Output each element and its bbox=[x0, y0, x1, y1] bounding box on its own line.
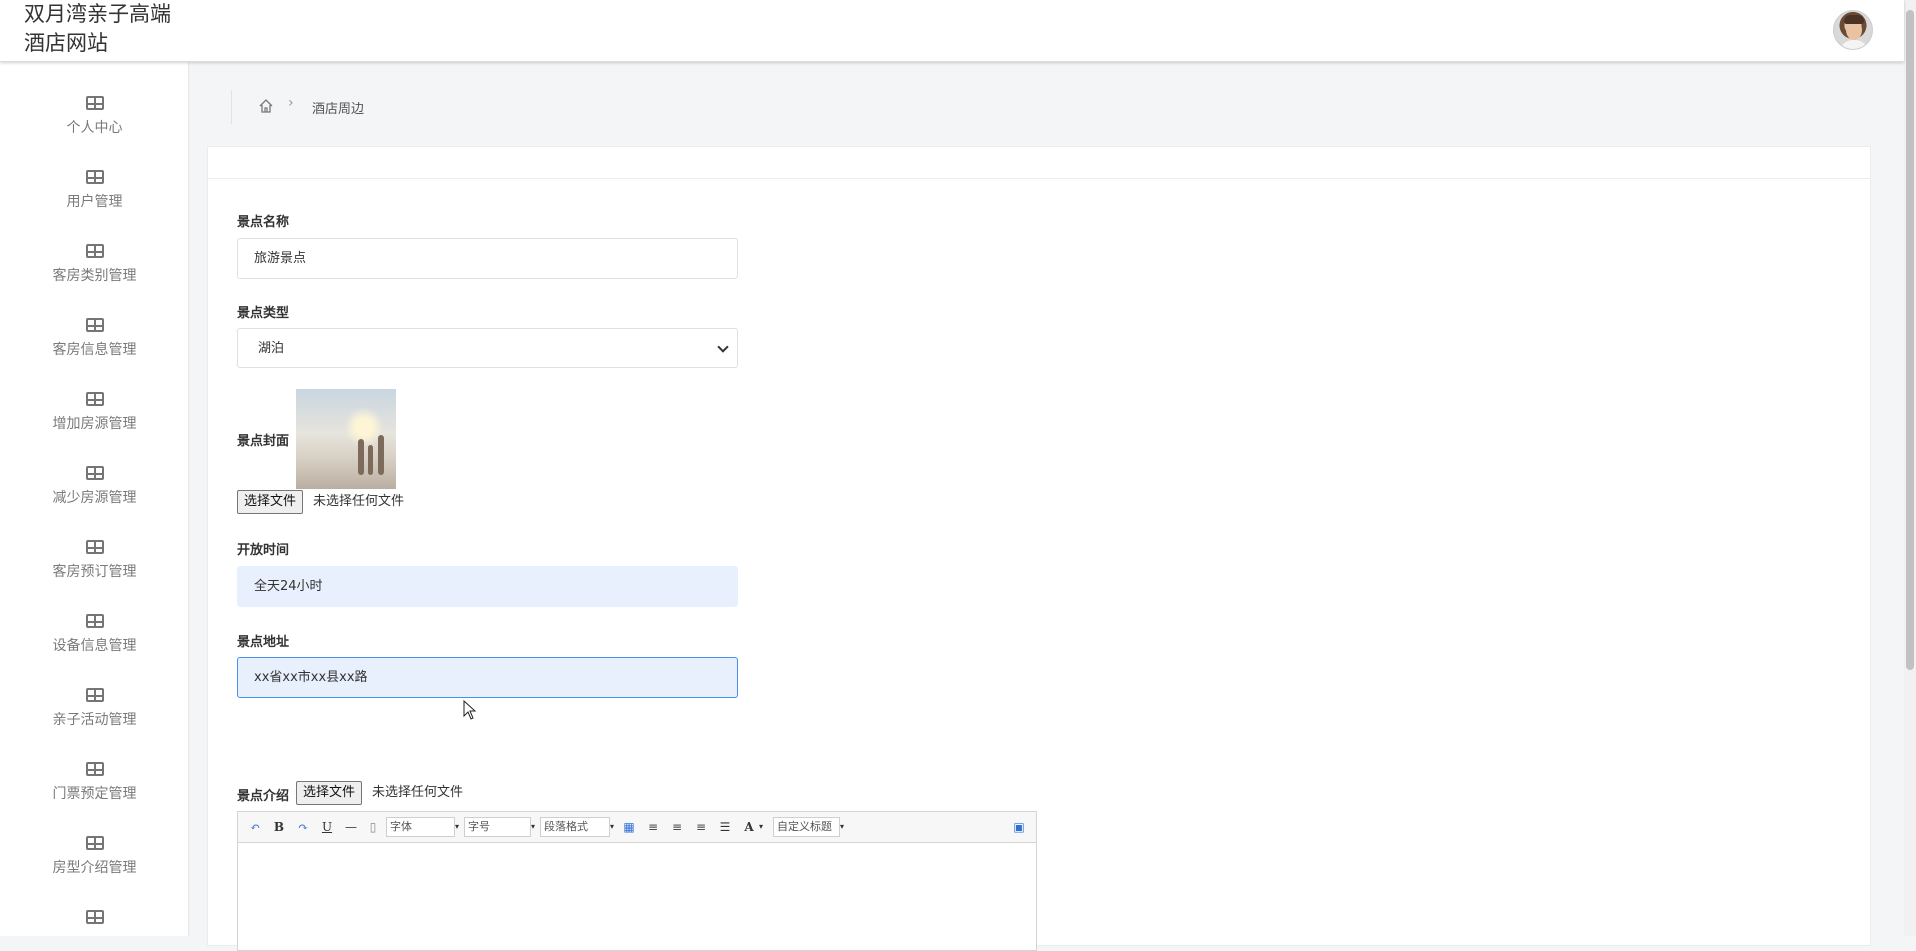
sidebar-item-more[interactable] bbox=[0, 910, 188, 936]
sidebar-item-label: 门票预定管理 bbox=[52, 786, 137, 802]
type-select[interactable]: 湖泊 bbox=[237, 328, 738, 368]
sidebar-item-label: 用户管理 bbox=[66, 194, 123, 210]
preview-icon[interactable]: ▣ bbox=[1010, 819, 1028, 835]
font-family-combo-label: 字体 bbox=[390, 820, 412, 833]
breadcrumb-current: 酒店周边 bbox=[312, 102, 365, 117]
card-header bbox=[208, 147, 1870, 179]
scrollbar-thumb[interactable] bbox=[1906, 10, 1914, 670]
sidebar-item-room-type-intro[interactable]: 房型介绍管理 bbox=[0, 836, 188, 910]
align-justify-icon[interactable]: ☰ bbox=[716, 819, 734, 835]
sidebar-item-label: 个人中心 bbox=[66, 120, 123, 136]
sidebar-item-label: 减少房源管理 bbox=[52, 490, 137, 506]
sidebar-item-add-listing[interactable]: 增加房源管理 bbox=[0, 392, 188, 466]
sidebar-menu: 个人中心 用户管理 客房类别管理 客房信息管理 增加房源管理 减少房源管理 客房… bbox=[0, 62, 189, 936]
table-icon bbox=[86, 466, 104, 480]
page-icon[interactable]: ▯ bbox=[364, 819, 382, 835]
font-family-combo[interactable]: 字体 ▾ bbox=[386, 817, 459, 837]
custom-title-combo[interactable]: 自定义标题 ▾ bbox=[773, 817, 844, 837]
intro-label: 景点介绍 bbox=[237, 789, 290, 804]
table-icon bbox=[86, 910, 104, 924]
table-icon bbox=[86, 96, 104, 110]
paragraph-format-combo[interactable]: 段落格式 ▾ bbox=[540, 817, 614, 837]
cover-file-status: 未选择任何文件 bbox=[313, 494, 405, 509]
sidebar-item-family-activity[interactable]: 亲子活动管理 bbox=[0, 688, 188, 762]
bold-icon[interactable]: B bbox=[270, 819, 288, 835]
table-icon bbox=[86, 688, 104, 702]
sidebar-item-user-management[interactable]: 用户管理 bbox=[0, 170, 188, 244]
caret-down-icon: ▾ bbox=[610, 822, 615, 831]
sidebar-item-label: 房型介绍管理 bbox=[52, 860, 137, 876]
caret-down-icon[interactable]: ▾ bbox=[756, 819, 766, 835]
editor-toolbar: ↶ B ↷ U — ▯ 字体 ▾ 字号 ▾ 段落格式 ▾ ▦ ≡ ≡ ≡ ☰ A… bbox=[238, 812, 1036, 843]
sidebar-item-room-info[interactable]: 客房信息管理 bbox=[0, 318, 188, 392]
align-left-icon[interactable]: ≡ bbox=[644, 819, 662, 835]
sidebar-item-room-booking[interactable]: 客房预订管理 bbox=[0, 540, 188, 614]
sidebar-item-reduce-listing[interactable]: 减少房源管理 bbox=[0, 466, 188, 540]
table-icon bbox=[86, 540, 104, 554]
mouse-cursor-icon bbox=[463, 700, 477, 720]
caret-down-icon: ▾ bbox=[531, 822, 536, 831]
cover-image-figure bbox=[368, 445, 373, 475]
name-label: 景点名称 bbox=[237, 215, 290, 230]
table-icon bbox=[86, 614, 104, 628]
user-avatar[interactable] bbox=[1833, 10, 1873, 50]
sidebar-item-label: 设备信息管理 bbox=[52, 638, 137, 654]
sidebar-item-ticket-booking[interactable]: 门票预定管理 bbox=[0, 762, 188, 836]
address-label: 景点地址 bbox=[237, 635, 290, 650]
avatar-shirt bbox=[1839, 40, 1869, 49]
home-icon[interactable] bbox=[258, 98, 274, 114]
cover-file-button[interactable]: 选择文件 bbox=[237, 490, 304, 514]
top-header: 双月湾亲子高端酒店网站 bbox=[0, 0, 1904, 62]
table-icon bbox=[86, 244, 104, 258]
align-center-icon[interactable]: ≡ bbox=[692, 819, 710, 835]
align-right-icon[interactable]: ≡ bbox=[668, 819, 686, 835]
sidebar-item-label: 亲子活动管理 bbox=[52, 712, 137, 728]
paragraph-format-combo-label: 段落格式 bbox=[544, 820, 588, 833]
cover-image bbox=[296, 389, 396, 489]
cover-label: 景点封面 bbox=[237, 434, 290, 449]
sidebar-item-equipment-info[interactable]: 设备信息管理 bbox=[0, 614, 188, 688]
table-icon bbox=[86, 170, 104, 184]
hours-label: 开放时间 bbox=[237, 543, 290, 558]
breadcrumb: › 酒店周边 bbox=[231, 90, 364, 124]
cover-image-figure bbox=[358, 439, 364, 475]
sidebar-item-personal-center[interactable]: 个人中心 bbox=[0, 96, 188, 170]
sidebar-item-room-category[interactable]: 客房类别管理 bbox=[0, 244, 188, 318]
site-title: 双月湾亲子高端酒店网站 bbox=[24, 2, 171, 55]
sidebar-item-label: 客房类别管理 bbox=[52, 268, 137, 284]
table-icon bbox=[86, 836, 104, 850]
table-icon bbox=[86, 392, 104, 406]
table-insert-icon[interactable]: ▦ bbox=[620, 819, 638, 835]
avatar-hair bbox=[1844, 15, 1864, 24]
intro-file-button[interactable]: 选择文件 bbox=[296, 781, 363, 805]
redo-icon[interactable]: ↷ bbox=[294, 819, 312, 835]
type-label: 景点类型 bbox=[237, 306, 290, 321]
custom-title-combo-label: 自定义标题 bbox=[777, 820, 832, 833]
name-input[interactable]: 旅游景点 bbox=[237, 238, 738, 279]
sidebar-item-label: 客房信息管理 bbox=[52, 342, 137, 358]
rich-text-editor[interactable]: ↶ B ↷ U — ▯ 字体 ▾ 字号 ▾ 段落格式 ▾ ▦ ≡ ≡ ≡ ☰ A… bbox=[237, 811, 1037, 951]
address-input[interactable]: xx省xx市xx县xx路 bbox=[237, 657, 738, 698]
hours-input[interactable]: 全天24小时 bbox=[237, 566, 738, 607]
cover-image-figure bbox=[378, 435, 384, 475]
font-size-combo-label: 字号 bbox=[468, 820, 490, 833]
sidebar-item-label: 客房预订管理 bbox=[52, 564, 137, 580]
caret-down-icon: ▾ bbox=[455, 822, 460, 831]
type-select-value: 湖泊 bbox=[258, 341, 285, 356]
sidebar-item-label: 增加房源管理 bbox=[52, 416, 137, 432]
caret-down-icon: ▾ bbox=[840, 822, 845, 831]
chevron-right-icon: › bbox=[288, 95, 294, 111]
table-icon bbox=[86, 762, 104, 776]
undo-icon[interactable]: ↶ bbox=[246, 819, 264, 835]
table-icon bbox=[86, 318, 104, 332]
underline-icon[interactable]: U bbox=[318, 819, 336, 835]
page-scrollbar[interactable] bbox=[1904, 0, 1916, 936]
intro-file-status: 未选择任何文件 bbox=[372, 785, 464, 800]
horizontal-rule-icon[interactable]: — bbox=[342, 819, 360, 835]
chevron-down-icon bbox=[717, 341, 729, 353]
font-size-combo[interactable]: 字号 ▾ bbox=[464, 817, 535, 837]
